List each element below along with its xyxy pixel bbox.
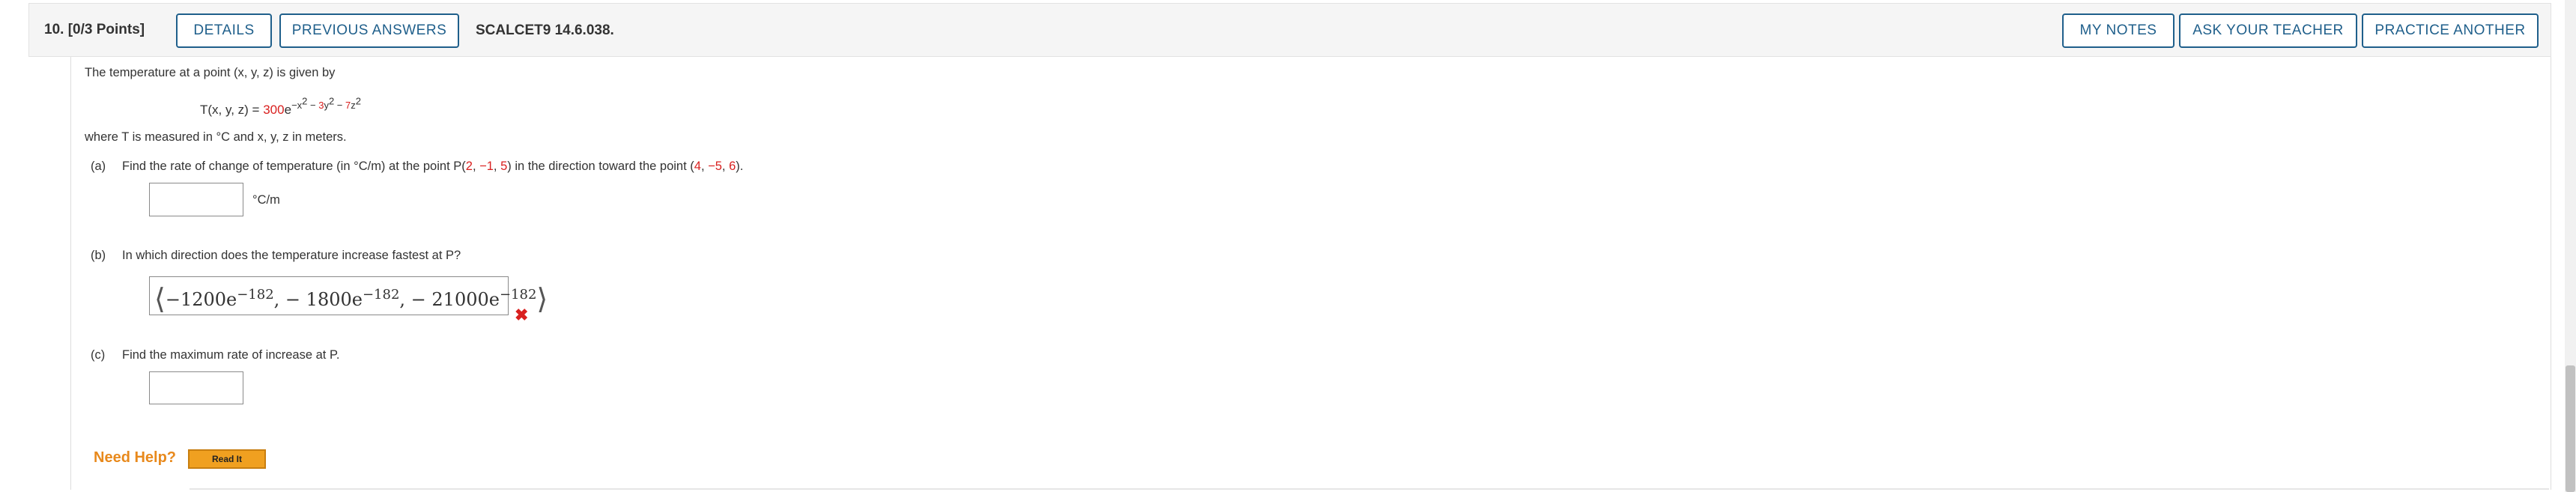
part-b-answer-field[interactable]: ⟨−1200e−182, − 1800e−182, − 21000e−182⟩ xyxy=(149,276,548,315)
part-b-question: In which direction does the temperature … xyxy=(122,249,461,262)
question-number-text: 10. xyxy=(44,22,64,37)
exp-part: − xyxy=(334,100,346,112)
divider xyxy=(190,488,2549,490)
component-1: −1200e xyxy=(165,289,237,310)
question-body: The temperature at a point (x, y, z) is … xyxy=(70,57,2551,490)
need-help-label: Need Help? xyxy=(94,449,177,466)
point-p-y: −1 xyxy=(479,160,494,173)
units-note: where T is measured in °C and x, y, z in… xyxy=(85,130,347,144)
part-a-text: ) in the direction toward the point ( xyxy=(507,160,694,173)
part-b-answer-vector: ⟨−1200e−182, − 1800e−182, − 21000e−182⟩ xyxy=(154,280,548,315)
incorrect-x-icon: ✖ xyxy=(515,306,529,324)
point-p-z: 5 xyxy=(500,160,508,173)
formula-exponent: −x2 − 3y2 − 7z2 xyxy=(291,96,361,112)
point-q-z: 6 xyxy=(729,160,736,173)
previous-answers-button[interactable]: PREVIOUS ANSWERS xyxy=(279,13,459,48)
scrollbar-thumb[interactable] xyxy=(2566,365,2575,492)
exp-part: −x xyxy=(291,100,303,112)
formula-coefficient: 300 xyxy=(263,102,285,117)
part-a-unit: °C/m xyxy=(252,193,280,207)
separator: , xyxy=(721,160,730,173)
read-it-button[interactable]: Read It xyxy=(188,449,266,469)
component-3: , − 21000e xyxy=(399,289,500,310)
angle-bracket-open: ⟨ xyxy=(154,282,166,315)
separator: , xyxy=(700,160,709,173)
question-number: 10. [0/3 Points] xyxy=(44,22,145,38)
point-q-y: −5 xyxy=(708,160,722,173)
exp-part: 2 xyxy=(355,96,361,107)
part-c-question: Find the maximum rate of increase at P. xyxy=(122,348,340,362)
part-a-question: Find the rate of change of temperature (… xyxy=(122,160,743,174)
formula-lhs: T(x, y, z) = xyxy=(200,102,264,117)
ask-your-teacher-button[interactable]: ASK YOUR TEACHER xyxy=(2179,13,2357,48)
component-1-exponent: −182 xyxy=(237,287,274,303)
exp-part: − xyxy=(307,100,319,112)
formula-base: e xyxy=(284,102,292,117)
problem-intro: The temperature at a point (x, y, z) is … xyxy=(85,66,336,79)
question-points: [0/3 Points] xyxy=(67,22,145,37)
part-a-text: Find the rate of change of temperature (… xyxy=(122,160,466,173)
details-button[interactable]: DETAILS xyxy=(176,13,272,48)
angle-bracket-close: ⟩ xyxy=(536,282,548,315)
practice-another-button[interactable]: PRACTICE ANOTHER xyxy=(2362,13,2539,48)
part-c-label: (c) xyxy=(91,348,106,362)
part-b-label: (b) xyxy=(91,249,106,262)
separator: , xyxy=(472,160,480,173)
question-panel: 10. [0/3 Points] DETAILS PREVIOUS ANSWER… xyxy=(28,3,2551,490)
part-c-answer-input[interactable] xyxy=(149,371,243,404)
component-3-exponent: −182 xyxy=(499,287,537,303)
point-p-x: 2 xyxy=(465,160,473,173)
part-a-text: ). xyxy=(736,160,744,173)
my-notes-button[interactable]: MY NOTES xyxy=(2062,13,2175,48)
question-header: 10. [0/3 Points] DETAILS PREVIOUS ANSWER… xyxy=(28,3,2551,57)
component-2: , − 1800e xyxy=(273,289,363,310)
temperature-formula: T(x, y, z) = 300e−x2 − 3y2 − 7z2 xyxy=(200,96,361,118)
component-2-exponent: −182 xyxy=(362,287,400,303)
part-a-label: (a) xyxy=(91,160,106,173)
point-q-x: 4 xyxy=(694,160,701,173)
separator: , xyxy=(493,160,501,173)
part-a-answer-input[interactable] xyxy=(149,183,243,216)
problem-code: SCALCET9 14.6.038. xyxy=(476,22,614,38)
